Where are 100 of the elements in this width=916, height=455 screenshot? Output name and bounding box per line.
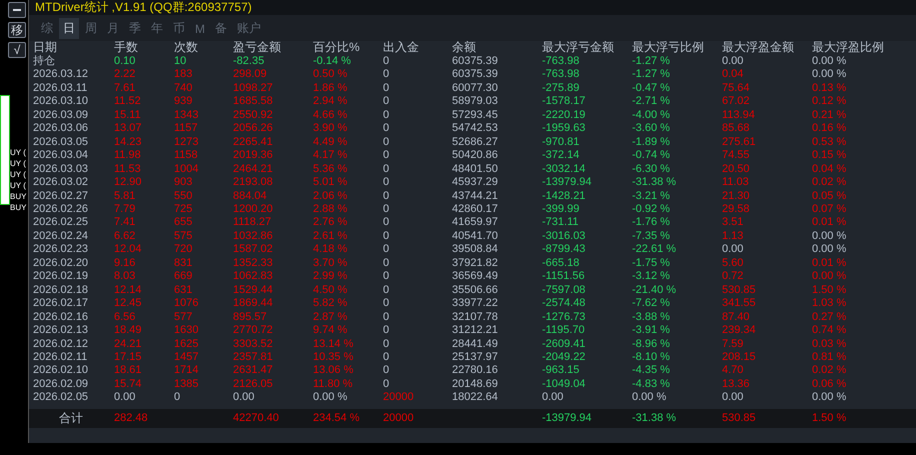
- tab[interactable]: 综: [37, 18, 57, 39]
- table-cell-text: 2126.05: [233, 378, 274, 392]
- table-cell-text: -1959.63: [542, 122, 586, 136]
- table-cell-text: 234.54 %: [313, 412, 360, 426]
- table-cell-text: 40541.70: [452, 230, 499, 244]
- row-label: 2026.02.18: [33, 284, 90, 298]
- table-cell-text: -4.83 %: [632, 378, 671, 392]
- table-cell-text: 87.40: [722, 310, 751, 324]
- table-cell-text: 0.12 %: [812, 95, 848, 109]
- row-label: 2026.02.19: [33, 270, 90, 284]
- table-cell-text: -7.62 %: [632, 297, 671, 311]
- side-button[interactable]: √: [8, 42, 26, 58]
- column-header: 最大浮盈比例: [812, 41, 885, 54]
- table-cell-text: 0.00: [114, 391, 136, 405]
- tab[interactable]: 月: [103, 18, 123, 39]
- table-cell-text: -275.89: [542, 82, 580, 96]
- table-cell-text: 0: [383, 122, 390, 136]
- table-cell-text: 0.81 %: [812, 350, 848, 364]
- table-cell-text: 0: [383, 364, 390, 378]
- table-cell-text: 0.00 %: [313, 391, 348, 405]
- table-cell-text: 35506.66: [452, 284, 499, 298]
- table-cell-text: 0: [383, 190, 390, 203]
- table-cell-text: 903: [174, 176, 194, 190]
- table-cell-text: 740: [174, 82, 194, 96]
- table-cell-text: 0: [383, 82, 390, 96]
- table-cell-text: 2.22: [114, 68, 136, 82]
- table-cell-text: 4.18 %: [313, 243, 348, 257]
- table-cell-text: 0: [383, 202, 390, 216]
- table-cell-text: 720: [174, 243, 194, 257]
- table-cell-text: -3.91 %: [632, 324, 671, 338]
- table-cell-text: 1.03 %: [812, 297, 848, 311]
- table-cell-text: 6.56: [114, 310, 136, 324]
- table-cell-text: 0.00 %: [812, 391, 848, 405]
- table-cell-text: 13.06 %: [313, 364, 354, 378]
- table-cell-text: 939: [174, 95, 194, 109]
- table-cell-text: 1118.27: [233, 216, 272, 230]
- tab[interactable]: 日: [59, 18, 79, 39]
- table-cell-text: 25137.97: [452, 350, 499, 364]
- table-cell-text: 0.10: [114, 55, 136, 68]
- table-cell-text: 0.53 %: [812, 136, 848, 150]
- table-cell-text: 1076: [174, 297, 200, 311]
- table-cell-text: 5.60: [722, 256, 744, 270]
- row-label: 2026.02.12: [33, 338, 90, 351]
- table-cell-text: 0.72: [722, 270, 744, 284]
- table-cell-text: 0: [383, 378, 390, 392]
- table-cell-text: -372.14: [542, 149, 580, 163]
- table-cell-text: 2.61 %: [313, 230, 348, 244]
- table-cell-text: 2.76 %: [313, 216, 348, 230]
- table-cell-text: 0.00 %: [812, 230, 848, 244]
- table-cell-text: 2770.72: [233, 324, 274, 338]
- table-cell-text: 0.02 %: [812, 176, 848, 190]
- table-cell-text: 0.27 %: [812, 310, 848, 324]
- tab[interactable]: 年: [147, 18, 167, 39]
- row-label: 2026.03.06: [33, 122, 90, 136]
- table-cell-text: 669: [174, 270, 194, 284]
- side-button[interactable]: 移: [8, 22, 26, 38]
- table-cell-text: 7.59: [722, 338, 744, 351]
- table-cell-text: 0: [383, 310, 390, 324]
- table-cell-text: 575: [174, 230, 194, 244]
- table-cell-text: 15.11: [114, 108, 142, 122]
- table-cell-text: 530.85: [722, 412, 757, 426]
- table-cell-text: -8.10 %: [632, 350, 671, 364]
- table-cell-text: 275.61: [722, 136, 757, 150]
- chart-label: UY (: [10, 147, 26, 158]
- column-header: 盈亏金额: [233, 41, 282, 54]
- table-cell-text: 1.86 %: [313, 82, 348, 96]
- table-cell-text: 54742.53: [452, 122, 499, 136]
- table-cell-text: 1098.27: [233, 82, 274, 96]
- row-label: 2026.03.09: [33, 108, 90, 122]
- table-cell-text: -31.38 %: [632, 176, 678, 190]
- table-cell-text: 43744.21: [452, 190, 499, 203]
- table-cell-text: 20.50: [722, 162, 751, 176]
- table-cell-text: -6.30 %: [632, 162, 671, 176]
- table-cell-text: 13.07: [114, 122, 143, 136]
- table-cell-text: 57293.45: [452, 108, 499, 122]
- table-cell-text: 15.74: [114, 378, 143, 392]
- table-cell-text: 2.87 %: [313, 310, 348, 324]
- table-cell-text: 17.15: [114, 350, 143, 364]
- table-cell-text: -3.12 %: [632, 270, 671, 284]
- table-cell-text: -82.35: [233, 55, 266, 68]
- tab[interactable]: 账户: [233, 18, 265, 39]
- table-cell-text: -2.71 %: [632, 95, 671, 109]
- tab[interactable]: 周: [81, 18, 101, 39]
- table-cell-text: 298.09: [233, 68, 268, 82]
- table-cell-text: 0: [383, 136, 390, 150]
- table-cell-text: 0.02 %: [812, 364, 848, 378]
- table-cell-text: -963.15: [542, 364, 580, 378]
- tab[interactable]: 季: [125, 18, 145, 39]
- table-cell-text: -0.74 %: [632, 149, 671, 163]
- tab[interactable]: 备: [211, 18, 231, 39]
- tab[interactable]: 币: [169, 18, 189, 39]
- table-cell-text: 11.80 %: [313, 378, 354, 392]
- minimize-button[interactable]: [8, 2, 26, 18]
- table-cell-text: 282.48: [114, 412, 149, 426]
- table-cell-text: 0: [383, 270, 390, 284]
- table-cell-text: -13979.94: [542, 412, 593, 426]
- tab[interactable]: M: [191, 18, 209, 39]
- table-cell-text: 4.49 %: [313, 136, 348, 150]
- table-cell-text: -1.76 %: [632, 216, 671, 230]
- table-cell-text: -1276.73: [542, 310, 586, 324]
